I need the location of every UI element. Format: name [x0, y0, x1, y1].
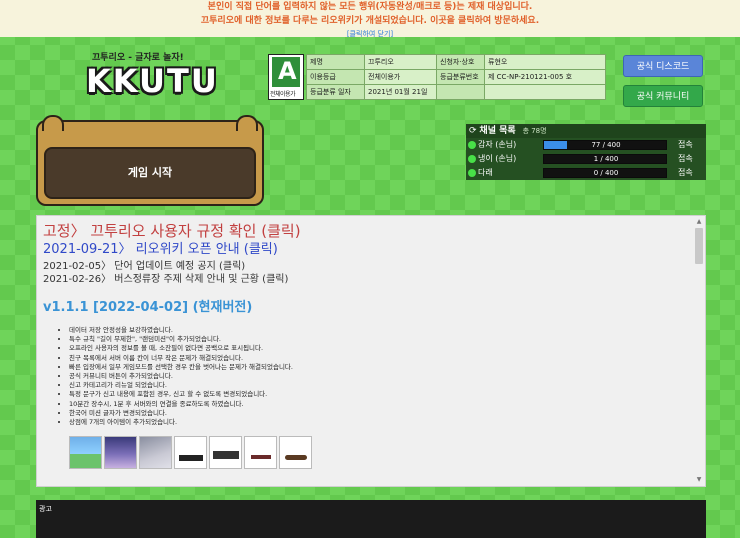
channel-name: 감자 (손님) [478, 140, 517, 149]
item-thumbnail-background-3 [139, 436, 172, 469]
channel-join-button[interactable]: 접속 [678, 138, 693, 152]
panel-dots [143, 136, 163, 151]
wiki-announcement-link[interactable]: 2021-09-21〉 리오위키 오픈 안내 (클릭) [43, 238, 278, 257]
list-item: 한국어 미션 글자가 변경되었습니다. [69, 409, 293, 418]
item-thumbnail-mustache [279, 436, 312, 469]
discord-button[interactable]: 공식 디스코드 [623, 55, 703, 77]
channel-join-button[interactable]: 접속 [678, 152, 693, 166]
table-key: 등급분류번호 [436, 69, 485, 85]
table-key: 신청자·상호 [436, 54, 485, 70]
list-item: 공식 커뮤니티 버튼이 추가되었습니다. [69, 372, 293, 381]
status-dot-icon [468, 169, 476, 177]
channel-list-title: 채널 목록 [479, 126, 516, 136]
community-button[interactable]: 공식 커뮤니티 [623, 85, 703, 107]
notice-board: 고정〉 끄투리오 사용자 규정 확인 (클릭) 2021-09-21〉 리오위키… [36, 215, 706, 487]
channel-capacity-bar: 0 / 400 [543, 168, 667, 178]
channel-count: 1 / 400 [593, 155, 619, 163]
notice-wiki-link[interactable]: 끄투리오에 대한 정보를 다루는 리오위키가 개설되었습니다. 이곳을 클릭하여… [0, 15, 740, 27]
channel-capacity-bar: 77 / 400 [543, 140, 667, 150]
channel-row: 감자 (손님) 77 / 400 접속 [466, 138, 706, 152]
bus-topic-link[interactable]: 2021-02-26〉 버스정류장 주제 삭제 안내 및 근황 (클릭) [43, 270, 288, 285]
channel-count: 0 / 400 [593, 169, 619, 177]
rating-mark-icon: A [272, 57, 300, 87]
item-thumbnail-background-1 [69, 436, 102, 469]
panel-ear-left [42, 115, 64, 131]
refresh-icon[interactable]: ⟳ [469, 126, 477, 136]
rating-info-table: 제명 끄투리오 신청자·상호 류현오 이용등급 전체이용가 등급분류번호 제 C… [306, 54, 606, 100]
channel-total: 총 78명 [522, 127, 547, 135]
list-item: 10분간 장수시, 1분 후 서버와의 연결을 종료하도록 하였습니다. [69, 400, 293, 409]
scrollbar-thumb[interactable] [695, 228, 703, 264]
table-value: 2021년 01월 21일 [364, 84, 437, 100]
channel-row: 다래 0 / 400 접속 [466, 166, 706, 180]
table-key: 이용등급 [306, 69, 365, 85]
start-panel: 게임 시작 [36, 115, 264, 206]
notice-banner[interactable]: 본인이 직접 단어를 입력하지 않는 모든 행위(자동완성/매크로 등)는 제재… [0, 0, 740, 40]
list-item: 오프라인 사용자의 정보를 볼 때, 소잔필이 없다면 공백으로 표시됩니다. [69, 344, 293, 353]
channel-name: 냉이 (손님) [478, 154, 517, 163]
channel-list: ⟳ 채널 목록 총 78명 감자 (손님) 77 / 400 접속 냉이 (손님… [466, 124, 706, 180]
channel-row: 냉이 (손님) 1 / 400 접속 [466, 152, 706, 166]
item-thumbnail-background-2 [104, 436, 137, 469]
status-dot-icon [468, 141, 476, 149]
table-key [436, 84, 485, 100]
channel-name: 다래 [478, 168, 493, 177]
version-heading: v1.1.1 [2022-04-02] (현재버전) [43, 300, 253, 315]
list-item: 상점에 7개의 아이템이 추가되었습니다. [69, 418, 293, 427]
scroll-down-icon[interactable]: ▼ [695, 476, 703, 484]
notice-scrollbar[interactable]: ▲ ▼ [694, 218, 704, 484]
list-item: 특정 문구가 신고 내용에 포함된 경우, 신고 할 수 없도록 변경되었습니다… [69, 390, 293, 399]
logo: 끄투리오 - 글자로 놀자! KKUTU [82, 46, 232, 106]
item-thumbnail-keyboard [174, 436, 207, 469]
channel-list-header: ⟳ 채널 목록 총 78명 [466, 124, 706, 138]
list-item: 친구 목록에서 서버 이름 칸이 너무 작은 문제가 해결되었습니다. [69, 354, 293, 363]
table-row: 이용등급 전체이용가 등급분류번호 제 CC-NP-210121-005 호 [306, 69, 606, 85]
table-row: 제명 끄투리오 신청자·상호 류현오 [306, 54, 606, 70]
notice-close-link[interactable]: [클릭하여 닫기] [0, 28, 740, 40]
table-key: 제명 [306, 54, 365, 70]
logo-wordmark: KKUTU [86, 62, 219, 100]
table-value: 제 CC-NP-210121-005 호 [484, 69, 606, 85]
table-value: 전체이용가 [364, 69, 437, 85]
item-thumbnail-mouth [244, 436, 277, 469]
channel-capacity-bar: 1 / 400 [543, 154, 667, 164]
list-item: 빠른 입장에서 일부 게임모드를 선택한 경우 칸을 벗어나는 문제가 해결되었… [69, 363, 293, 372]
changelog-list: 데이터 저장 안정성을 보강하였습니다. 특수 규칙 "길이 무제한", "랜덤… [69, 326, 293, 427]
table-key: 등급분류 일자 [306, 84, 365, 100]
table-value [484, 84, 606, 100]
notice-warning: 본인이 직접 단어를 입력하지 않는 모든 행위(자동완성/매크로 등)는 제재… [207, 2, 533, 12]
table-value: 류현오 [484, 54, 606, 70]
age-rating-badge: A 전체이용가 [268, 54, 304, 100]
rating-caption: 전체이용가 [270, 91, 296, 98]
start-game-button[interactable]: 게임 시작 [44, 147, 256, 199]
channel-join-button[interactable]: 접속 [678, 166, 693, 180]
table-value: 끄투리오 [364, 54, 437, 70]
channel-count: 77 / 400 [591, 141, 621, 149]
status-dot-icon [468, 155, 476, 163]
list-item: 데이터 저장 안정성을 보강하였습니다. [69, 326, 293, 335]
table-row: 등급분류 일자 2021년 01월 21일 [306, 84, 606, 100]
ad-label: 광고 [39, 505, 52, 513]
item-thumbnail-desk [209, 436, 242, 469]
panel-ear-right [236, 115, 258, 131]
scroll-up-icon[interactable]: ▲ [695, 218, 703, 226]
ad-bar: 광고 [36, 500, 706, 538]
